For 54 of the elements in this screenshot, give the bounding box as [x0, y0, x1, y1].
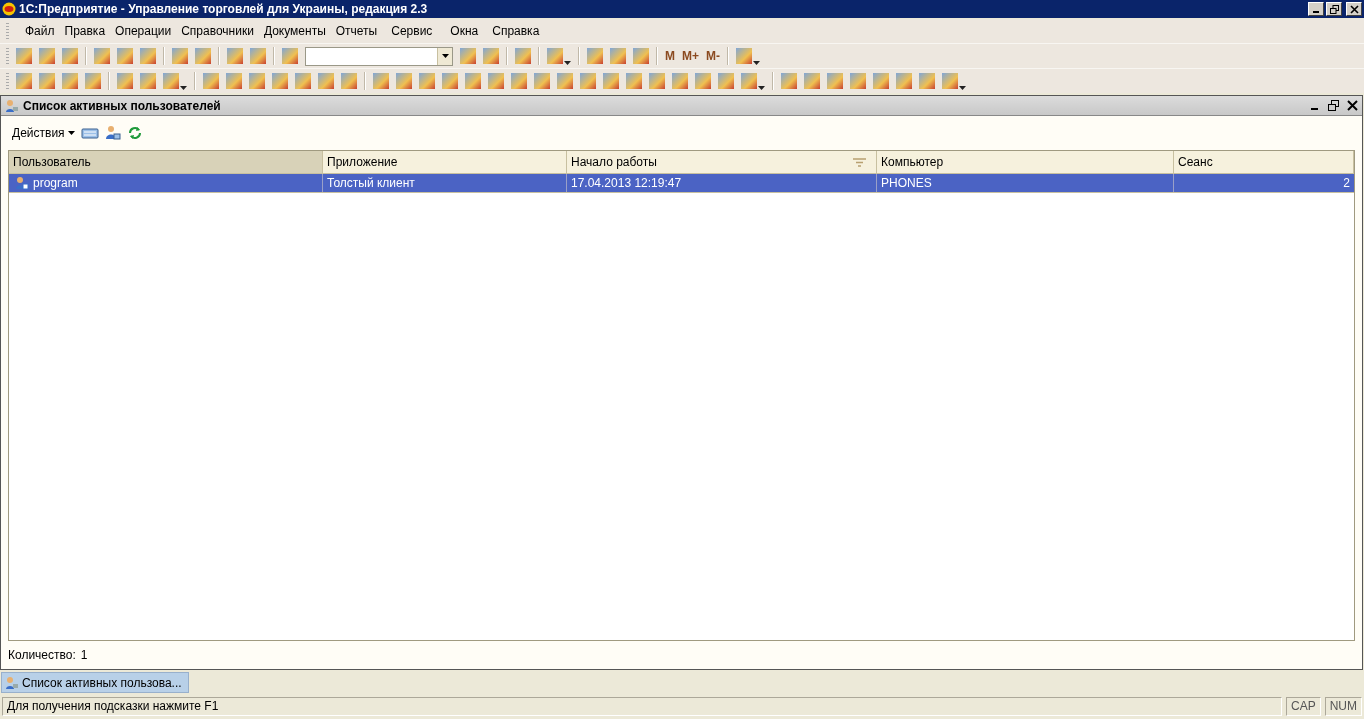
menu-item[interactable]: Файл: [15, 24, 60, 38]
menu-item[interactable]: Сервис: [382, 24, 442, 38]
count-value: 1: [80, 648, 88, 662]
search-combo-field[interactable]: [305, 46, 453, 66]
table-row[interactable]: program Толстый клиент 17.04.2013 12:19:47 PHONES 2: [9, 174, 1354, 193]
menu-item[interactable]: Справочники: [176, 24, 259, 38]
table-cell: Толстый клиент: [327, 176, 415, 190]
dropdown-arrow-icon[interactable]: [441, 54, 449, 58]
menu-item[interactable]: Операции: [110, 24, 177, 38]
column-header[interactable]: Компьютер: [877, 151, 1174, 173]
caret-icon: [67, 131, 75, 135]
user-icon[interactable]: [104, 125, 121, 141]
column-header[interactable]: Начало работы: [567, 151, 877, 173]
caret-icon[interactable]: [180, 86, 187, 90]
table-cell: program: [33, 176, 78, 190]
close-button[interactable]: [1347, 100, 1358, 111]
filter-icon[interactable]: [853, 157, 866, 167]
menu-item[interactable]: Правка: [59, 24, 111, 38]
restore-button[interactable]: [1326, 2, 1342, 16]
status-indicator: NUM: [1324, 696, 1362, 716]
menu-item[interactable]: Справка: [487, 24, 545, 38]
menu-item[interactable]: Документы: [258, 24, 331, 38]
users-icon: [5, 98, 19, 113]
actions-menu-button[interactable]: Действия: [12, 126, 75, 140]
count-label: Количество:: [8, 648, 76, 662]
menu-item[interactable]: Окна: [441, 24, 488, 38]
column-header[interactable]: Пользователь: [9, 151, 323, 173]
table-cell: PHONES: [881, 176, 932, 190]
caret-icon[interactable]: [959, 86, 966, 90]
minimize-button[interactable]: [1308, 2, 1324, 16]
status-indicator: CAP: [1286, 696, 1321, 716]
window-title: 1С:Предприятие - Управление торговлей для Украины, редакция 2.3: [19, 2, 428, 16]
table-cell: 17.04.2013 12:19:47: [571, 176, 682, 190]
caret-icon[interactable]: [758, 86, 765, 90]
close-icon: [1349, 4, 1359, 14]
restore-icon: [1329, 4, 1339, 14]
caret-icon[interactable]: [753, 61, 760, 65]
column-header[interactable]: Сеанс: [1174, 151, 1354, 173]
users-icon: [5, 675, 19, 690]
table-cell: 2: [1343, 176, 1350, 190]
app-logo-icon: [2, 2, 16, 16]
column-header[interactable]: Приложение: [323, 151, 567, 173]
window-tab[interactable]: Список активных пользова...: [1, 672, 189, 693]
child-window-title: Список активных пользователей: [23, 98, 221, 113]
memory-button[interactable]: M: [665, 49, 675, 63]
memory-button[interactable]: M+: [682, 49, 699, 63]
menu-item[interactable]: Отчеты: [330, 24, 383, 38]
caret-icon[interactable]: [564, 61, 571, 65]
user-icon: [15, 176, 29, 190]
memory-button[interactable]: M-: [706, 49, 720, 63]
refresh-icon[interactable]: [126, 125, 143, 141]
keyboard-icon[interactable]: [80, 126, 99, 140]
restore-button[interactable]: [1328, 100, 1339, 111]
status-hint: Для получения подсказки нажмите F1: [2, 696, 1282, 716]
